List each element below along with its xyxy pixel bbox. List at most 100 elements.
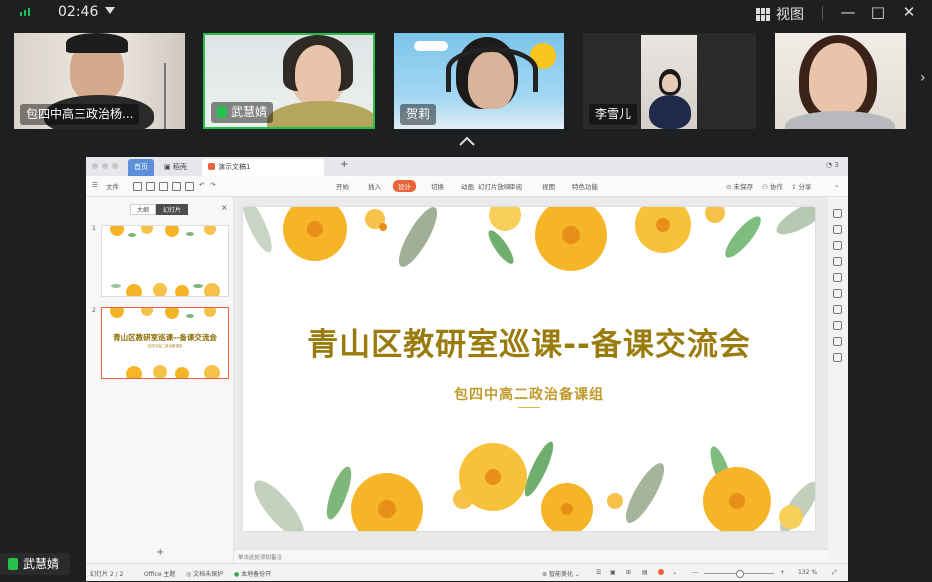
cloud-decor (414, 41, 448, 51)
active-speaker-tag: 武慧婧 (0, 553, 70, 575)
tab-docer[interactable]: ▣ 稻壳 (158, 159, 193, 176)
doc-protect-status[interactable]: ◎ 文档未保护 (186, 569, 223, 578)
save-icon[interactable] (133, 182, 142, 191)
slides-tab[interactable]: 幻灯片 (156, 204, 189, 215)
flower-decor-thumb (110, 308, 220, 378)
slide-thumbnail-2[interactable]: 青山区教研室巡课--备课交流会 包四中高二政治备课组 (101, 307, 229, 379)
divider (822, 6, 823, 20)
beautify-button[interactable]: ⊛ 智能美化 ⌄ (542, 569, 580, 578)
minimize-button[interactable]: — (838, 3, 858, 21)
menu-design[interactable]: 设计 (393, 180, 416, 192)
lamp-stand (164, 63, 166, 129)
collab-button[interactable]: ⚇ 协作 (762, 181, 783, 191)
maximize-button[interactable]: □ (868, 3, 888, 21)
history-icon[interactable] (832, 337, 842, 346)
share-label: 分享 (798, 183, 812, 191)
style-icon[interactable] (832, 225, 842, 234)
ribbon-expand-icon[interactable]: ⌄ (834, 181, 839, 189)
participant-tile[interactable] (775, 33, 906, 129)
redo-icon[interactable]: ↷ (210, 181, 215, 189)
participant-face (809, 43, 867, 115)
outline-tab[interactable]: 大纲 (130, 204, 157, 215)
slide-thumbnail-1[interactable] (101, 225, 229, 297)
notes-placeholder: 单击此处添加备注 (238, 555, 283, 561)
zoom-out-button[interactable]: — (692, 569, 698, 576)
close-panel-icon[interactable]: × (221, 203, 228, 212)
sorter-view-icon[interactable]: ⊞ (626, 569, 631, 576)
align-icon[interactable] (832, 321, 842, 330)
participant-face (662, 74, 678, 92)
menu-view[interactable]: 视图 (542, 181, 555, 191)
participant-name: 贺莉 (400, 104, 437, 125)
collapse-strip-icon[interactable] (458, 135, 476, 147)
slide-2[interactable]: 青山区教研室巡课--备课交流会 包四中高二政治备课组 (243, 207, 815, 531)
menu-start[interactable]: 开始 (336, 181, 349, 191)
tab-bar: 首页 ▣ 稻壳 演示文稿1 + ◔ 3 (86, 157, 848, 176)
zoom-in-button[interactable]: + (780, 569, 785, 576)
table-icon[interactable] (832, 353, 842, 362)
print-icon[interactable] (159, 182, 168, 191)
zoom-level[interactable]: 132 % (798, 569, 817, 576)
ribbon-menu: ☰ 文件 ↶ ↷ 开始 插入 设计 切换 动画 幻灯片放映 审阅 视图 特色功能… (86, 176, 848, 197)
participant-name-text: 武慧婧 (231, 105, 268, 119)
view-label: 视图 (776, 7, 804, 23)
participant-tile-active[interactable]: 武慧婧 (203, 33, 375, 129)
property-icon[interactable] (832, 209, 842, 218)
shape-icon[interactable] (832, 241, 842, 250)
cut-icon[interactable] (832, 305, 842, 314)
unsaved-status[interactable]: ⊙ 未保存 (726, 181, 753, 191)
slide-canvas: 青山区教研室巡课--备课交流会 包四中高二政治备课组 (234, 197, 828, 549)
notes-toggle-icon[interactable]: ☰ (596, 569, 601, 576)
right-tool-rail (830, 209, 844, 362)
new-tab-button[interactable]: + (340, 159, 348, 170)
layer-icon[interactable] (832, 289, 842, 298)
participant-face-front (295, 45, 341, 101)
tab-presentation-label: 演示文稿1 (218, 163, 251, 171)
menu-review[interactable]: 审阅 (509, 181, 522, 191)
next-participants-icon[interactable]: › (920, 70, 926, 86)
menu-file[interactable]: 文件 (106, 181, 119, 191)
view-button[interactable]: 视图 (756, 4, 804, 24)
backup-label: 本地备份开 (241, 571, 272, 578)
close-button[interactable]: ✕ (899, 3, 919, 21)
fit-window-icon[interactable]: ⤢ (832, 569, 837, 577)
window-user-icon[interactable]: ◔ 3 (826, 161, 839, 169)
menu-animation[interactable]: 动画 (461, 181, 474, 191)
normal-view-icon[interactable]: ▣ (610, 569, 616, 576)
shared-screen-window: 首页 ▣ 稻壳 演示文稿1 + ◔ 3 ☰ 文件 ↶ ↷ 开始 插入 设计 切换… (86, 157, 848, 581)
thumb-title: 青山区教研室巡课--备课交流会 (113, 333, 217, 342)
participant-body (785, 111, 895, 129)
unsaved-label: 未保存 (733, 183, 754, 191)
panel-view-toggle: 大纲 幻灯片 (130, 204, 189, 215)
notes-area[interactable]: 单击此处添加备注 (234, 549, 828, 564)
play-button[interactable] (658, 569, 664, 576)
animation-icon[interactable] (832, 257, 842, 266)
tab-home[interactable]: 首页 (128, 159, 154, 176)
share-button[interactable]: ⇪ 分享 (791, 181, 812, 191)
print-preview-icon[interactable] (172, 182, 181, 191)
subtitle-underline (518, 407, 540, 408)
participant-tile[interactable]: 包四中高三政治杨... (14, 33, 185, 129)
participant-tile[interactable]: 贺莉 (394, 33, 564, 129)
collab-label: 协作 (769, 183, 783, 191)
timer-dropdown-icon[interactable] (105, 7, 115, 14)
headphones-icon (446, 47, 538, 92)
format-painter-icon[interactable] (185, 182, 194, 191)
menu-features[interactable]: 特色功能 (572, 181, 598, 191)
undo-icon[interactable]: ↶ (199, 181, 204, 189)
participant-tile[interactable]: 李雪儿 (583, 33, 756, 129)
menu-slideshow[interactable]: 幻灯片放映 (478, 181, 511, 191)
zoom-slider-knob[interactable] (736, 570, 744, 578)
mic-active-icon (217, 106, 227, 118)
menu-transition[interactable]: 切换 (431, 181, 444, 191)
backup-status[interactable]: ● 本地备份开 (234, 569, 271, 578)
add-slide-button[interactable]: + (156, 547, 164, 558)
reading-view-icon[interactable]: ▤ (642, 569, 648, 576)
export-icon[interactable] (146, 182, 155, 191)
format-icon[interactable] (832, 273, 842, 282)
menu-icon[interactable]: ☰ (92, 181, 98, 189)
tab-presentation[interactable]: 演示文稿1 (202, 159, 324, 176)
fit-icon[interactable]: ⌄ (672, 569, 677, 576)
menu-insert[interactable]: 插入 (368, 181, 381, 191)
flower-decoration (243, 207, 815, 531)
